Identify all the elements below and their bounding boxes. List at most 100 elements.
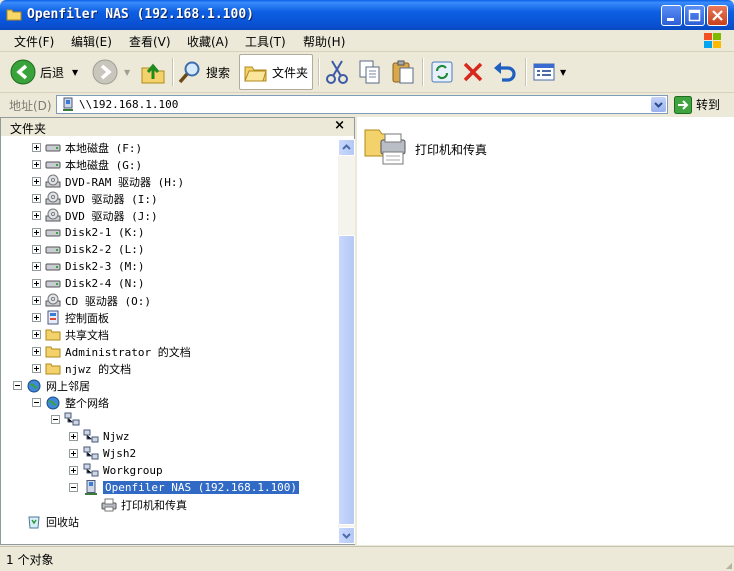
tree-item[interactable]: Openfiler NAS (192.168.1.100) [83,479,301,496]
address-dropdown-button[interactable] [651,97,666,112]
expand-icon[interactable] [32,313,41,322]
folders-icon [244,66,267,82]
collapse-icon[interactable] [32,398,41,407]
tree-item-label: Workgroup [103,464,163,477]
tree-item[interactable]: 共享文档 [45,326,109,343]
undo-button[interactable] [492,55,518,89]
expand-icon[interactable] [32,296,41,305]
control-panel-icon [45,310,61,325]
move-to-button[interactable] [429,55,455,89]
collapse-icon[interactable] [51,415,60,424]
tree-item[interactable]: Disk2-3 (M:) [45,258,144,275]
collapse-icon[interactable] [69,483,78,492]
tree-item-label: 打印机和传真 [121,498,187,512]
expand-icon[interactable] [32,211,41,220]
expand-icon[interactable] [32,364,41,373]
tree-item-label: Openfiler NAS (192.168.1.100) [101,480,301,495]
tree-item[interactable]: Workgroup [83,462,163,479]
maximize-button[interactable] [684,5,705,26]
refresh-icon [431,61,453,83]
tree-item[interactable]: Wjsh2 [83,445,136,462]
tree-item[interactable]: 本地磁盘 (F:) [45,139,142,156]
folder-tree: 本地磁盘 (F:) 本地磁盘 (G:) DVD-RAM 驱动器 (H:) DVD 驱动… [1,139,337,544]
printers-and-faxes-label: 打印机和传真 [415,143,488,157]
menu-tools[interactable]: 工具(T) [245,33,286,50]
tree-item[interactable]: njwz 的文档 [45,360,131,377]
collapse-icon[interactable] [13,381,22,390]
tree-item-label: Disk2-3 (M:) [65,260,145,273]
network-globe-icon [45,395,61,410]
tree-item-label: 回收站 [46,515,79,529]
folders-pane-title: 文件夹 [10,122,47,136]
folders-button[interactable]: 文件夹 [239,54,314,90]
close-pane-button[interactable]: × [334,118,345,133]
scroll-thumb[interactable] [338,235,355,525]
go-button[interactable]: 转到 [674,95,720,114]
tree-item[interactable]: CD 驱动器 (O:) [45,292,151,309]
tree-item[interactable]: 整个网络 [45,394,109,411]
tree-item[interactable]: Disk2-4 (N:) [45,275,144,292]
cut-button[interactable] [324,55,350,89]
forward-button[interactable]: ▼ [92,55,130,89]
tree-item[interactable]: DVD-RAM 驱动器 (H:) [45,173,184,190]
back-dropdown-icon[interactable]: ▼ [72,68,78,77]
expand-icon[interactable] [32,177,41,186]
views-button[interactable]: ▼ [532,55,566,89]
address-value: \\192.168.1.100 [79,98,179,111]
minimize-button[interactable] [661,5,682,26]
tree-item[interactable]: 打印机和传真 [101,496,187,513]
menu-view[interactable]: 查看(V) [129,33,171,50]
tree-item-label: Administrator 的文档 [65,345,191,359]
menu-edit[interactable]: 编辑(E) [71,33,112,50]
tree-item[interactable]: 回收站 [26,513,79,530]
delete-button[interactable] [461,55,485,89]
standard-toolbar: 后退 ▼ ▼ 搜索 文件夹 ▼ [0,52,734,93]
expand-icon[interactable] [32,347,41,356]
tree-item[interactable]: Administrator 的文档 [45,343,191,360]
resize-grip-icon[interactable]: ◢ [726,561,732,570]
views-dropdown-icon: ▼ [560,67,567,77]
tree-item[interactable]: 控制面板 [45,309,109,326]
up-folder-button[interactable] [140,55,166,89]
drive-icon [45,225,61,240]
copy-button[interactable] [357,55,383,89]
tree-item[interactable]: Disk2-2 (L:) [45,241,144,258]
printers-and-faxes-item[interactable]: 打印机和传真 [363,122,543,165]
menu-favorites[interactable]: 收藏(A) [187,33,229,50]
tree-item[interactable]: DVD 驱动器 (J:) [45,207,158,224]
expand-icon[interactable] [69,432,78,441]
tree-item[interactable] [64,411,84,428]
expand-icon[interactable] [69,449,78,458]
tree-item[interactable]: Disk2-1 (K:) [45,224,144,241]
expand-icon[interactable] [32,330,41,339]
status-bar: 1 个对象 ◢ [0,546,734,571]
title-bar[interactable]: Openfiler NAS (192.168.1.100) [0,0,734,30]
address-bar: 地址(D) \\192.168.1.100 转到 [0,93,734,117]
tree-item[interactable]: 网上邻居 [26,377,90,394]
menu-file[interactable]: 文件(F) [14,33,54,50]
address-field[interactable]: \\192.168.1.100 [56,95,668,114]
expand-icon[interactable] [32,228,41,237]
expand-icon[interactable] [32,143,41,152]
content-pane: 打印机和传真 [357,117,734,545]
expand-icon[interactable] [32,245,41,254]
tree-item[interactable]: DVD 驱动器 (I:) [45,190,158,207]
tree-scrollbar[interactable] [338,139,355,544]
tree-item[interactable]: 本地磁盘 (G:) [45,156,142,173]
paste-button[interactable] [390,55,416,89]
expand-icon[interactable] [32,279,41,288]
menu-help[interactable]: 帮助(H) [303,33,345,50]
cd-drive-icon [45,191,61,206]
scroll-down-button[interactable] [338,527,355,544]
back-button[interactable]: 后退 ▼ [10,55,78,89]
scroll-up-button[interactable] [338,139,355,156]
expand-icon[interactable] [32,194,41,203]
tree-item[interactable]: Njwz [83,428,130,445]
tree-item-label: 整个网络 [65,396,109,410]
expand-icon[interactable] [32,262,41,271]
expand-icon[interactable] [32,160,41,169]
tree-item-label: 本地磁盘 (F:) [65,141,143,155]
expand-icon[interactable] [69,466,78,475]
search-button[interactable]: 搜索 [178,55,230,89]
close-button[interactable] [707,5,728,26]
